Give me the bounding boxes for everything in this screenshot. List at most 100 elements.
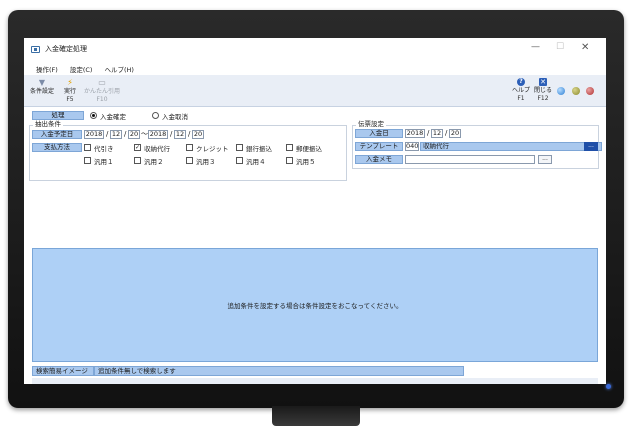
filter-icon: ▼ [38, 77, 46, 87]
checkbox-box [186, 144, 193, 151]
help-shortcut: F1 [517, 95, 525, 102]
checkbox-box [186, 157, 193, 164]
radio-confirm[interactable]: 入金確定 [90, 111, 126, 121]
minimize-button[interactable]: — [531, 42, 540, 52]
checkbox-box [84, 157, 91, 164]
radio-cancel-dot [152, 112, 159, 119]
panel-message: 追加条件を設定する場合は条件設定をおこなってください。 [227, 302, 403, 310]
maximize-button[interactable]: ☐ [556, 42, 564, 52]
template-code-input[interactable]: 040 [405, 142, 419, 151]
checkbox-box [134, 157, 141, 164]
simple-quote-label: かんたん引用 [84, 88, 121, 95]
date-sep: / [188, 130, 191, 138]
payment-date-label: 入金日 [355, 129, 403, 138]
to-day-input[interactable]: 20 [192, 130, 204, 139]
template-label: テンプレート [355, 142, 403, 151]
simple-quote-shortcut: F10 [96, 96, 108, 103]
method-credit-checkbox[interactable]: クレジット [186, 143, 229, 153]
close-label: 閉じる [534, 87, 553, 94]
method-generic5-checkbox[interactable]: 汎用５ [286, 156, 316, 166]
from-year-input[interactable]: 2018 [84, 130, 104, 139]
menu-help[interactable]: ヘルプ(H) [104, 64, 133, 74]
quote-icon: ▭ [98, 77, 106, 87]
main-content: 処理 入金確定 入金取消 抽出条件 入金予定日 2018 / 12 / 20 ～… [24, 108, 606, 384]
filter-settings-label: 条件設定 [30, 88, 55, 95]
lightning-icon: ⚡ [67, 77, 73, 87]
power-indicator-icon [606, 384, 611, 389]
from-day-input[interactable]: 20 [128, 130, 140, 139]
radio-confirm-label: 入金確定 [100, 112, 126, 121]
status-blue-icon[interactable] [557, 87, 565, 95]
to-month-input[interactable]: 12 [174, 130, 186, 139]
close-window-button[interactable]: ✕ [581, 42, 589, 53]
run-button[interactable]: ⚡ 実行 F5 [64, 78, 76, 104]
memo-lookup-button[interactable]: ... [538, 155, 552, 164]
run-shortcut: F5 [66, 96, 74, 103]
method-label: 郵便振込 [296, 144, 322, 153]
filter-settings-button[interactable]: ▼ 条件設定 [30, 78, 54, 96]
method-label: 汎用４ [246, 157, 266, 166]
method-label: 代引き [94, 144, 114, 153]
checkbox-box [286, 144, 293, 151]
extract-title: 抽出条件 [33, 120, 63, 128]
method-cod-checkbox[interactable]: 代引き [84, 143, 114, 153]
run-label: 実行 [64, 88, 77, 95]
close-button[interactable]: ✕ 閉じる F12 [534, 78, 552, 103]
menu-bar: 操作(F) 設定(C) ヘルプ(H) [24, 62, 606, 75]
range-separator: ～ [141, 130, 148, 138]
checkbox-box [286, 157, 293, 164]
toolbar: ▼ 条件設定 ⚡ 実行 F5 ▭ かんたん引用 F10 ? ヘルプ F1 ✕ 閉… [24, 75, 606, 107]
scheduled-date-label: 入金予定日 [32, 130, 82, 139]
condition-panel: 追加条件を設定する場合は条件設定をおこなってください。 [32, 248, 598, 362]
date-sep: / [124, 130, 127, 138]
payment-memo-label: 入金メモ [355, 155, 403, 164]
method-generic3-checkbox[interactable]: 汎用３ [186, 156, 216, 166]
help-icon: ? [517, 78, 525, 86]
title-bar: 入金確定処理 — ☐ ✕ [24, 38, 606, 60]
method-agency-checkbox[interactable]: ✓ 収納代行 [134, 143, 170, 153]
payment-method-label: 支払方法 [32, 143, 82, 152]
menu-settings[interactable]: 設定(C) [70, 64, 93, 74]
simple-quote-button[interactable]: ▭ かんたん引用 F10 [84, 78, 120, 104]
checkbox-box: ✓ [134, 144, 141, 151]
radio-cancel[interactable]: 入金取消 [152, 111, 188, 121]
status-olive-icon[interactable] [572, 87, 580, 95]
close-icon: ✕ [539, 78, 547, 86]
monitor-stand [272, 406, 360, 426]
payment-day-input[interactable]: 20 [449, 129, 461, 138]
date-sep: / [106, 130, 109, 138]
method-label: 汎用２ [144, 157, 164, 166]
search-preview-label: 検索簡易イメージ [32, 366, 94, 376]
to-year-input[interactable]: 2018 [148, 130, 168, 139]
method-generic1-checkbox[interactable]: 汎用１ [84, 156, 114, 166]
template-name-field: 収納代行 [420, 142, 602, 151]
status-red-icon[interactable] [586, 87, 594, 95]
help-button[interactable]: ? ヘルプ F1 [512, 78, 530, 103]
radio-confirm-dot [90, 112, 97, 119]
radio-cancel-label: 入金取消 [162, 112, 188, 121]
method-label: 汎用１ [94, 157, 114, 166]
payment-month-input[interactable]: 12 [431, 129, 443, 138]
app-window: 入金確定処理 — ☐ ✕ 操作(F) 設定(C) ヘルプ(H) ▼ 条件設定 ⚡… [24, 38, 606, 384]
payment-memo-input[interactable] [405, 155, 535, 164]
payment-year-input[interactable]: 2018 [405, 129, 425, 138]
close-shortcut: F12 [537, 95, 549, 102]
window-title: 入金確定処理 [45, 45, 87, 53]
date-sep: / [170, 130, 173, 138]
method-label: 汎用５ [296, 157, 316, 166]
method-bank-checkbox[interactable]: 銀行振込 [236, 143, 272, 153]
status-bar [32, 378, 598, 384]
method-label: 汎用３ [196, 157, 216, 166]
checkbox-box [236, 144, 243, 151]
voucher-title: 伝票設定 [356, 120, 386, 128]
search-preview-value: 追加条件無しで検索します [94, 366, 464, 376]
template-lookup-button[interactable]: ... [584, 142, 598, 151]
menu-operation[interactable]: 操作(F) [36, 64, 58, 74]
method-postal-checkbox[interactable]: 郵便振込 [286, 143, 322, 153]
from-month-input[interactable]: 12 [110, 130, 122, 139]
method-generic4-checkbox[interactable]: 汎用４ [236, 156, 266, 166]
date-sep: / [427, 129, 430, 137]
date-sep: / [445, 129, 448, 137]
method-generic2-checkbox[interactable]: 汎用２ [134, 156, 164, 166]
app-icon [31, 45, 40, 53]
